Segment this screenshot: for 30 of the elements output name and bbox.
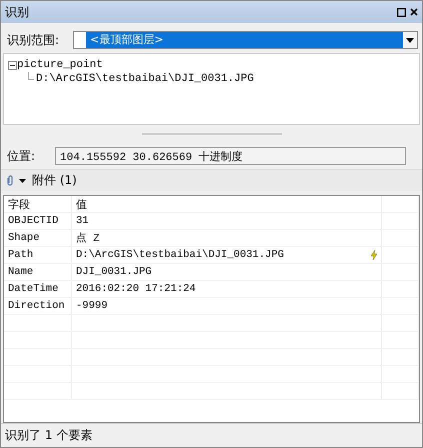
tree-item[interactable]: picture_point <box>17 59 103 71</box>
table-cell: Shape <box>4 230 72 246</box>
collapse-icon[interactable] <box>8 60 17 70</box>
column-header: 值 <box>72 196 382 213</box>
scope-label: 识别范围: <box>7 32 60 48</box>
location-label: 位置: <box>7 148 36 164</box>
table-cell: DateTime <box>4 281 72 297</box>
table-cell: Path <box>4 247 72 263</box>
table-cell: 31 <box>76 215 89 227</box>
table-cell: DJI_0031.JPG <box>76 266 152 278</box>
table-cell: Direction <box>4 298 72 314</box>
attachments-label[interactable]: 附件 (1) <box>32 172 77 189</box>
lightning-icon[interactable] <box>371 250 377 260</box>
tree-item[interactable]: D:\ArcGIS\testbaibai\DJI_0031.JPG <box>36 73 254 85</box>
paperclip-icon[interactable] <box>7 175 13 186</box>
table-cell: D:\ArcGIS\testbaibai\DJI_0031.JPG <box>76 249 284 261</box>
table-cell: 点 Z <box>76 231 100 245</box>
scope-dropdown[interactable]: <最顶部图层> <box>73 31 418 49</box>
location-field[interactable]: 104.155592 30.626569 十进制度 <box>55 147 406 165</box>
table-cell: -9999 <box>76 300 108 312</box>
caret-icon[interactable] <box>406 38 414 42</box>
table-cell: Name <box>4 264 72 280</box>
table-cell: OBJECTID <box>4 213 72 229</box>
table-cell: 2016:02:20 17:21:24 <box>76 283 196 295</box>
close-icon[interactable] <box>410 8 418 16</box>
caret-icon[interactable] <box>19 178 26 182</box>
status-text: 识别了 1 个要素 <box>5 427 92 444</box>
column-header: 字段 <box>4 196 72 213</box>
window-title: 识别 <box>5 4 29 20</box>
maximize-icon[interactable] <box>397 8 406 16</box>
